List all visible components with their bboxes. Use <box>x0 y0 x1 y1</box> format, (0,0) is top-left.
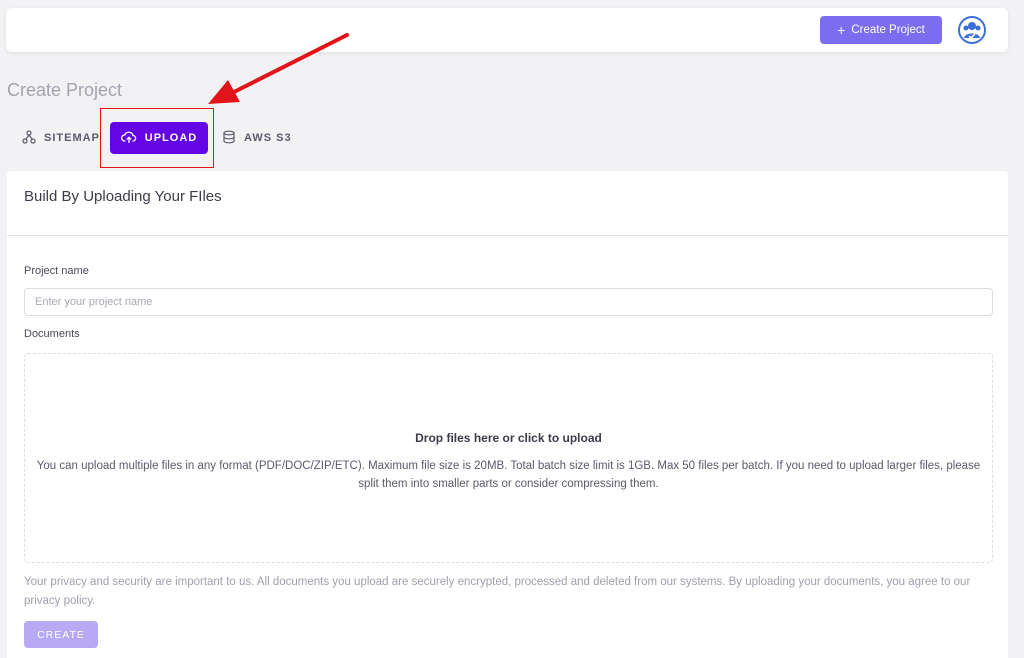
project-name-input[interactable] <box>24 288 993 316</box>
sitemap-icon <box>22 129 36 147</box>
create-button[interactable]: CREATE <box>24 621 98 648</box>
create-project-label: Create Project <box>851 24 925 36</box>
divider <box>7 235 1008 236</box>
create-project-button[interactable]: + Create Project <box>820 16 942 44</box>
tab-aws-s3-label: AWS S3 <box>244 132 292 144</box>
file-dropzone[interactable]: Drop files here or click to upload You c… <box>24 353 993 563</box>
project-name-label: Project name <box>24 265 89 277</box>
page-title: Create Project <box>7 80 123 100</box>
upload-form-card: Build By Uploading Your FIles Project na… <box>7 171 1008 658</box>
privacy-notice: Your privacy and security are important … <box>24 576 971 607</box>
user-avatar-icon[interactable] <box>958 16 986 44</box>
tab-sitemap[interactable]: SITEMAP <box>22 122 100 154</box>
tab-aws-s3[interactable]: AWS S3 <box>222 122 292 154</box>
plus-icon: + <box>837 22 846 38</box>
dropzone-description: You can upload multiple files in any for… <box>36 460 981 490</box>
documents-label: Documents <box>24 328 80 340</box>
dropzone-title: Drop files here or click to upload <box>415 431 602 445</box>
database-icon <box>222 130 236 147</box>
annotation-highlight-box <box>100 108 214 168</box>
card-title: Build By Uploading Your FIles <box>24 188 222 205</box>
tab-sitemap-label: SITEMAP <box>44 132 100 144</box>
